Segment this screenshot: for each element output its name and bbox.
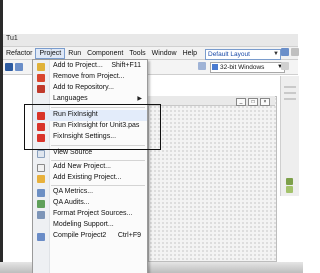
layout-select-value: Default Layout — [208, 51, 250, 58]
menu-item-shortcut: Shift+F11 — [111, 62, 141, 69]
menu-item-add-new-project[interactable]: Add New Project... — [33, 162, 147, 173]
add-to-project-icon — [37, 63, 45, 71]
format-sources-icon — [37, 211, 45, 219]
menu-separator — [51, 160, 145, 161]
menu-window[interactable]: Window — [149, 48, 180, 59]
menu-item-label: QA Metrics... — [53, 188, 94, 195]
menu-item-label: Add Existing Project... — [53, 174, 122, 181]
menu-component[interactable]: Component — [84, 48, 126, 59]
component-icon[interactable] — [286, 178, 293, 185]
qa-metrics-icon — [37, 189, 45, 197]
window-titlebar: Tu1 — [3, 34, 298, 47]
chevron-down-icon: ▼ — [273, 51, 279, 57]
form-designer-grid[interactable] — [148, 96, 277, 262]
screenshot-stage: Tu1 Refactor Project Run Component Tools… — [0, 0, 303, 273]
window-title: Tu1 — [6, 35, 18, 42]
menu-item-qa-audits[interactable]: QA Audits... — [33, 198, 147, 209]
set-layout-icon[interactable] — [291, 48, 299, 56]
menu-item-label: Add New Project... — [53, 163, 111, 170]
close-icon[interactable]: × — [260, 98, 270, 106]
open-icon[interactable] — [15, 63, 23, 71]
remove-from-project-icon — [37, 74, 45, 82]
menu-help[interactable]: Help — [180, 48, 200, 59]
menu-item-label: Format Project Sources... — [53, 210, 133, 217]
menu-item-label: Remove from Project... — [53, 73, 125, 80]
palette-row — [284, 92, 296, 94]
menu-item-label: View Source — [53, 149, 93, 156]
menu-run[interactable]: Run — [65, 48, 84, 59]
menu-item-label: Add to Repository... — [53, 84, 114, 91]
menu-item-label: Modeling Support... — [53, 221, 114, 228]
menu-project[interactable]: Project — [35, 47, 66, 59]
layout-select[interactable]: Default Layout ▼ — [205, 49, 281, 60]
menu-refactor[interactable]: Refactor — [3, 48, 35, 59]
menu-item-label: Add to Project... — [53, 62, 103, 69]
menu-item-qa-metrics[interactable]: QA Metrics... — [33, 187, 147, 198]
palette-row — [284, 86, 296, 88]
maximize-icon[interactable]: □ — [248, 98, 258, 106]
menu-tools[interactable]: Tools — [126, 48, 148, 59]
platform-select[interactable]: 32-bit Windows ▼ — [210, 62, 285, 73]
menu-item-add-to-repository[interactable]: Add to Repository... — [33, 83, 147, 94]
platform-select-value: 32-bit Windows — [220, 64, 265, 71]
target-platform-icon[interactable] — [198, 62, 206, 70]
add-existing-project-icon — [37, 175, 45, 183]
add-to-repository-icon — [37, 85, 45, 93]
menu-item-add-to-project[interactable]: Add to Project... Shift+F11 — [33, 61, 147, 72]
save-icon[interactable] — [5, 63, 13, 71]
minimize-icon[interactable]: _ — [236, 98, 246, 106]
palette-row — [284, 98, 296, 100]
compile-icon — [37, 233, 45, 241]
project-menu-dropdown: Add to Project... Shift+F11 Remove from … — [32, 59, 148, 273]
save-layout-icon[interactable] — [281, 48, 289, 56]
menu-item-compile[interactable]: Compile Project2 Ctrl+F9 — [33, 231, 147, 242]
menu-item-format-sources[interactable]: Format Project Sources... — [33, 209, 147, 220]
view-source-icon — [37, 150, 45, 158]
toolbar-option-icon[interactable] — [281, 62, 289, 70]
component-icon[interactable] — [286, 186, 293, 193]
add-new-project-icon — [37, 164, 45, 172]
menu-separator — [51, 185, 145, 186]
menu-item-label: QA Audits... — [53, 199, 90, 206]
menu-item-modeling-support[interactable]: Modeling Support... — [33, 220, 147, 231]
menu-item-label: Languages — [53, 95, 88, 102]
menu-item-remove-from-project[interactable]: Remove from Project... — [33, 72, 147, 83]
submenu-arrow-icon: ▶ — [137, 96, 142, 102]
menu-item-label: Compile Project2 — [53, 232, 107, 239]
menu-item-add-existing-project[interactable]: Add Existing Project... — [33, 173, 147, 184]
annotation-highlight-box — [24, 104, 161, 150]
windows-icon — [212, 64, 218, 70]
qa-audits-icon — [37, 200, 45, 208]
menu-item-shortcut: Ctrl+F9 — [117, 232, 141, 239]
